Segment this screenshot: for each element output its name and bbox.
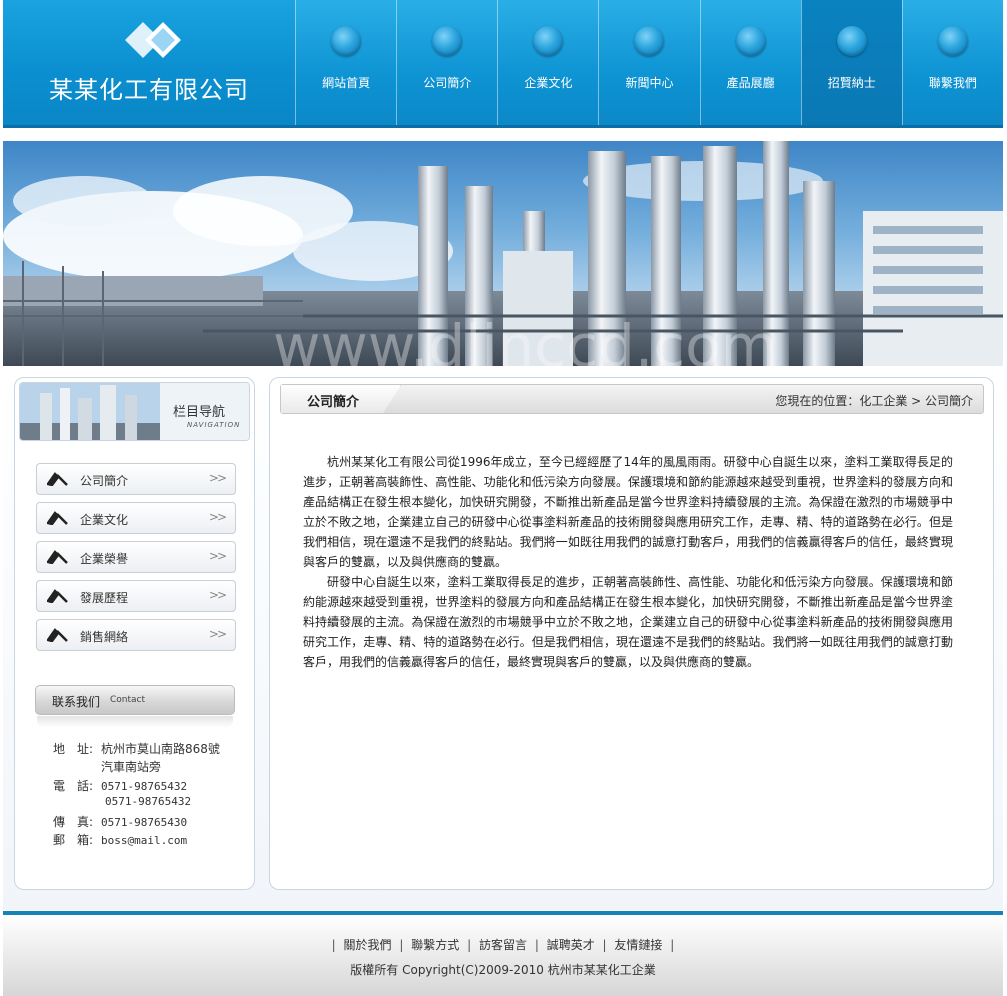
sidebar-item-culture[interactable]: 企業文化 >> <box>36 502 236 534</box>
double-chevron-icon: >> <box>208 627 227 641</box>
nav-item-culture[interactable]: 企業文化 <box>497 0 599 128</box>
contact-address: 地 址: 杭州市莫山南路868號 <box>53 740 220 757</box>
watermark: www.dlinccd.com <box>273 312 777 366</box>
sidebar-item-label: 銷售網絡 <box>80 630 129 644</box>
sidebar-banner: 栏目导航 NAVIGATION <box>19 382 250 441</box>
site-footer: | 關於我們 | 聯繫方式 | 訪客留言 | 誠聘英才 | 友情鏈接 | 版權所… <box>3 915 1003 996</box>
contact-header-shadow <box>37 716 233 728</box>
footer-separator: | <box>331 938 336 952</box>
footer-link-jobs[interactable]: 誠聘英才 <box>547 938 595 952</box>
sidebar-item-label: 企業榮譽 <box>80 552 129 566</box>
contact-fax: 傳 真: 0571-98765430 <box>53 813 187 830</box>
nav-label: 公司簡介 <box>423 76 472 90</box>
diamond-logo-icon <box>125 22 181 58</box>
pencil-icon <box>47 550 68 564</box>
nav-orb-icon <box>634 26 665 56</box>
footer-separator: | <box>602 938 607 952</box>
sidebar-item-label: 企業文化 <box>80 513 129 527</box>
nav-label: 網站首頁 <box>322 76 371 90</box>
sidebar-item-label: 發展歷程 <box>80 591 129 605</box>
contact-address-cont: 汽車南站旁 <box>101 758 161 775</box>
sidebar: 栏目导航 NAVIGATION 公司簡介 >> 企業文化 >> 企業榮譽 >> … <box>14 377 255 890</box>
sidebar-item-history[interactable]: 發展歷程 >> <box>36 580 236 612</box>
nav-item-about[interactable]: 公司簡介 <box>396 0 498 128</box>
footer-link-guestbook[interactable]: 訪客留言 <box>479 938 527 952</box>
article-paragraph: 研發中心自誕生以來，塗料工業取得長足的進步，正朝著高裝飾性、高性能、功能化和低污… <box>303 575 953 669</box>
refinery-illustration: www.dlinccd.com <box>3 141 1003 366</box>
nav-label: 聯繫我們 <box>928 76 977 90</box>
article-body: 杭州某某化工有限公司從1996年成立，至今已經經歷了14年的風風雨雨。研發中心自… <box>303 452 953 672</box>
footer-separator: | <box>399 938 404 952</box>
fax-key: 傳 真: <box>53 815 94 829</box>
sidebar-title: 栏目导航 <box>173 405 226 420</box>
footer-link-about[interactable]: 關於我們 <box>344 938 392 952</box>
site-header: 某某化工有限公司 網站首頁 公司簡介 企業文化 新聞中心 產品展廳 招賢納士 聯… <box>3 0 1003 128</box>
pencil-icon <box>47 589 68 603</box>
company-name: 某某化工有限公司 <box>49 76 249 104</box>
nav-label: 招賢納士 <box>827 76 876 90</box>
contact-email: 郵 箱: boss@mail.com <box>53 831 187 848</box>
sidebar-item-label: 公司簡介 <box>80 474 129 488</box>
copyright: 版權所有 Copyright(C)2009-2010 杭州市某某化工企業 <box>350 963 656 977</box>
nav-item-home[interactable]: 網站首頁 <box>295 0 397 128</box>
nav-item-products[interactable]: 產品展廳 <box>699 0 801 128</box>
nav-label: 新聞中心 <box>625 76 674 90</box>
banner-image: www.dlinccd.com <box>3 141 1003 366</box>
double-chevron-icon: >> <box>208 510 227 524</box>
double-chevron-icon: >> <box>208 549 227 563</box>
sidebar-item-honors[interactable]: 企業榮譽 >> <box>36 541 236 573</box>
nav-orb-icon <box>836 26 867 56</box>
nav-label: 企業文化 <box>524 76 573 90</box>
nav-item-jobs[interactable]: 招賢納士 <box>800 0 902 128</box>
pencil-icon <box>47 511 68 525</box>
footer-links: | 關於我們 | 聯繫方式 | 訪客留言 | 誠聘英才 | 友情鏈接 | <box>3 936 1003 953</box>
contact-title-en: Contact <box>110 695 146 705</box>
footer-separator: | <box>670 938 675 952</box>
sidebar-item-sales-network[interactable]: 銷售網絡 >> <box>36 619 236 651</box>
sidebar-subtitle: NAVIGATION <box>187 421 241 429</box>
page-title: 公司簡介 <box>307 395 360 410</box>
pencil-icon <box>47 628 68 642</box>
nav-label: 產品展廳 <box>726 76 775 90</box>
nav-orb-icon <box>937 26 968 56</box>
phone-key: 電 話: <box>53 779 94 793</box>
logo[interactable]: 某某化工有限公司 <box>3 0 295 128</box>
pencil-icon <box>47 472 68 486</box>
breadcrumb: 您現在的位置：化工企業 > 公司簡介 <box>775 394 973 408</box>
page-header-bar: 公司簡介 您現在的位置：化工企業 > 公司簡介 <box>280 384 984 414</box>
fax-number: 0571-98765430 <box>101 816 188 829</box>
footer-link-friends[interactable]: 友情鏈接 <box>614 938 662 952</box>
address-key: 地 址: <box>53 742 94 756</box>
footer-separator: | <box>467 938 472 952</box>
article-paragraph: 杭州某某化工有限公司從1996年成立，至今已經經歷了14年的風風雨雨。研發中心自… <box>303 455 953 569</box>
main-nav: 網站首頁 公司簡介 企業文化 新聞中心 產品展廳 招賢納士 聯繫我們 <box>295 0 1003 128</box>
sidebar-item-about[interactable]: 公司簡介 >> <box>36 463 236 495</box>
phone-number: 0571-98765432 <box>101 780 188 793</box>
contact-header: 联系我们 Contact <box>35 685 235 715</box>
double-chevron-icon: >> <box>208 588 227 602</box>
phone-number-2: 0571-98765432 <box>105 795 192 808</box>
contact-phone: 電 話: 0571-98765432 <box>53 777 187 794</box>
address-line2: 汽車南站旁 <box>101 760 162 774</box>
footer-separator: | <box>534 938 539 952</box>
email-address: boss@mail.com <box>101 834 188 847</box>
nav-orb-icon <box>735 26 766 56</box>
contact-title: 联系我们 <box>52 695 101 709</box>
contact-phone-2: 0571-98765432 <box>105 795 191 808</box>
nav-orb-icon <box>331 26 362 56</box>
nav-item-news[interactable]: 新聞中心 <box>598 0 700 128</box>
nav-item-contact[interactable]: 聯繫我們 <box>901 0 1003 128</box>
footer-link-contact[interactable]: 聯繫方式 <box>411 938 459 952</box>
double-chevron-icon: >> <box>208 471 227 485</box>
main-content: 公司簡介 您現在的位置：化工企業 > 公司簡介 杭州某某化工有限公司從1996年… <box>269 377 994 890</box>
address-line1: 杭州市莫山南路868號 <box>101 742 220 756</box>
nav-orb-icon <box>432 26 463 56</box>
email-key: 郵 箱: <box>53 833 94 847</box>
nav-orb-icon <box>533 26 564 56</box>
